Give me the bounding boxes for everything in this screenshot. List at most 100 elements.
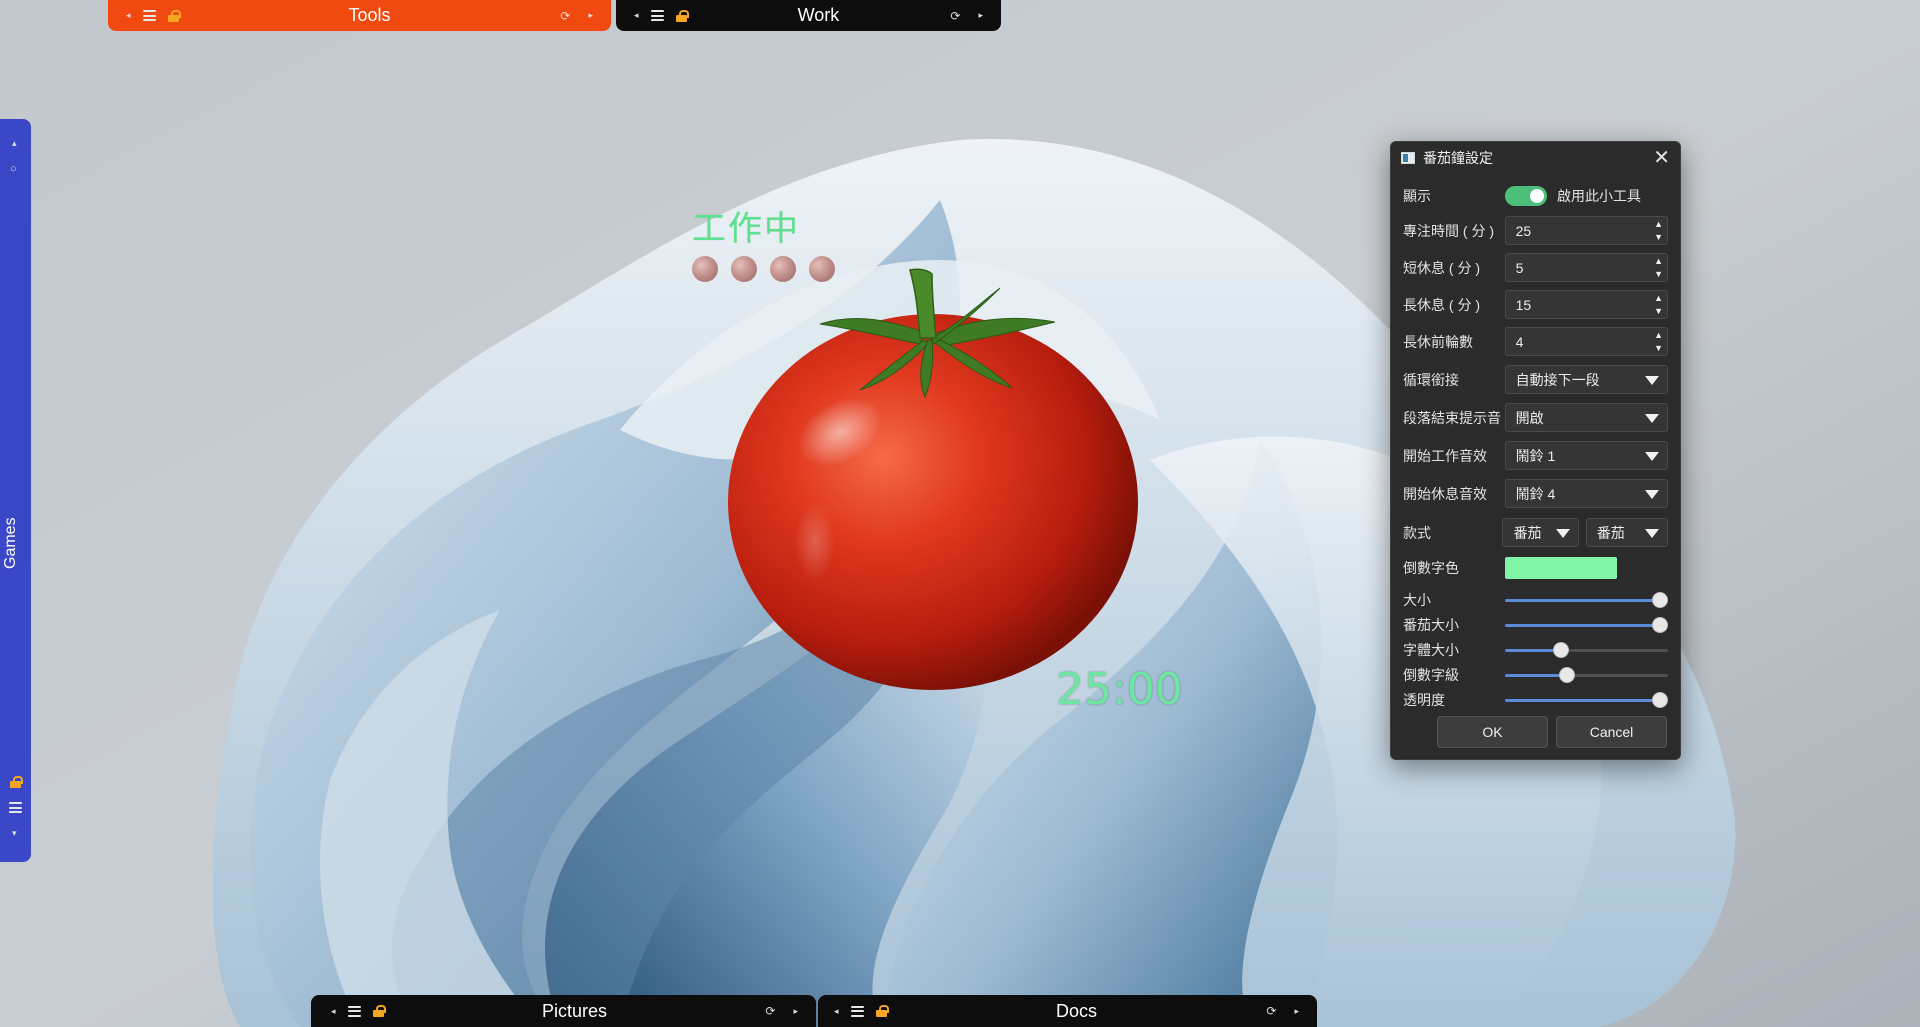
- tomato-image[interactable]: [720, 262, 1140, 692]
- unlock-icon[interactable]: [675, 9, 689, 22]
- countdown-level-slider[interactable]: [1504, 667, 1668, 683]
- decrement-icon[interactable]: ▼: [1654, 232, 1663, 242]
- fence-title: Docs: [1055, 1000, 1097, 1021]
- expand-right-icon[interactable]: ▸: [793, 1006, 798, 1016]
- work-sound-dropdown[interactable]: 鬧鈴 1: [1504, 441, 1668, 470]
- enable-toggle[interactable]: [1505, 186, 1547, 206]
- row-style: 款式 番茄 番茄: [1403, 518, 1668, 547]
- ok-button[interactable]: OK: [1437, 716, 1548, 748]
- opacity-label: 透明度: [1403, 692, 1445, 708]
- long-break-stepper[interactable]: 15 ▲ ▼: [1504, 290, 1668, 319]
- break-sound-dropdown[interactable]: 鬧鈴 4: [1504, 479, 1668, 508]
- tomato-size-slider[interactable]: [1504, 617, 1668, 633]
- fence-games[interactable]: ▴ ○ Games ▾: [0, 119, 31, 862]
- row-size: 大小: [1403, 590, 1668, 610]
- menu-icon[interactable]: [650, 10, 664, 21]
- dialog-titlebar[interactable]: 番茄鐘設定 ✕: [1391, 142, 1680, 174]
- row-focus: 專注時間 ( 分 ) 25 ▲ ▼: [1403, 216, 1668, 245]
- fence-docs[interactable]: ◂ Docs ⟳ ▸: [818, 995, 1317, 1027]
- collapse-left-icon[interactable]: ◂: [331, 1006, 336, 1016]
- style-dropdown-1[interactable]: 番茄: [1502, 518, 1579, 547]
- unlock-icon[interactable]: [10, 776, 23, 788]
- loop-label: 循環銜接: [1403, 371, 1459, 388]
- chevron-down-icon: [1645, 490, 1659, 499]
- increment-icon[interactable]: ▲: [1654, 219, 1663, 229]
- countdown-color-swatch[interactable]: [1505, 557, 1617, 579]
- cancel-button[interactable]: Cancel: [1556, 716, 1667, 748]
- unlock-icon[interactable]: [875, 1005, 889, 1017]
- countdown-display: 25:00: [1056, 664, 1183, 715]
- round-dot: [692, 256, 718, 282]
- refresh-icon[interactable]: ⟳: [1266, 1004, 1276, 1018]
- row-tomato-size: 番茄大小: [1403, 615, 1668, 635]
- style-label: 款式: [1403, 524, 1431, 541]
- long-break-label: 長休息 ( 分 ): [1403, 296, 1480, 313]
- collapse-left-icon[interactable]: ◂: [126, 11, 131, 20]
- style-dropdown-2[interactable]: 番茄: [1585, 518, 1668, 547]
- short-break-stepper[interactable]: 5 ▲ ▼: [1504, 253, 1668, 282]
- menu-icon[interactable]: [9, 802, 22, 813]
- expand-right-icon[interactable]: ▸: [1294, 1006, 1299, 1016]
- slider-thumb[interactable]: [1651, 692, 1668, 708]
- refresh-icon[interactable]: ⟳: [950, 9, 960, 23]
- style-value-2: 番茄: [1596, 524, 1625, 541]
- fence-title: Games: [2, 517, 19, 569]
- unlock-icon[interactable]: [372, 1005, 386, 1017]
- row-long-break: 長休息 ( 分 ) 15 ▲ ▼: [1403, 290, 1668, 319]
- increment-icon[interactable]: ▲: [1654, 256, 1663, 266]
- size-slider[interactable]: [1504, 592, 1668, 608]
- collapse-up-icon[interactable]: ▴: [12, 139, 17, 148]
- rounds-stepper[interactable]: 4 ▲ ▼: [1504, 327, 1668, 356]
- end-sound-dropdown[interactable]: 開啟: [1504, 403, 1668, 432]
- app-icon: [1401, 152, 1415, 164]
- expand-down-icon[interactable]: ▾: [12, 829, 17, 838]
- close-icon[interactable]: ✕: [1653, 148, 1670, 168]
- decrement-icon[interactable]: ▼: [1654, 306, 1663, 316]
- work-sound-label: 開始工作音效: [1403, 447, 1487, 464]
- focus-time-value: 25: [1515, 222, 1532, 239]
- expand-right-icon[interactable]: ▸: [978, 11, 983, 20]
- show-label: 顯示: [1403, 188, 1431, 204]
- refresh-icon[interactable]: ⟳: [765, 1004, 775, 1018]
- collapse-left-icon[interactable]: ◂: [634, 11, 639, 20]
- increment-icon[interactable]: ▲: [1654, 330, 1663, 340]
- menu-icon[interactable]: [142, 10, 156, 21]
- opacity-slider[interactable]: [1504, 692, 1668, 708]
- fence-work[interactable]: ◂ Work ⟳ ▸: [616, 0, 1001, 31]
- chevron-down-icon: [1645, 529, 1659, 538]
- font-size-slider[interactable]: [1504, 642, 1668, 658]
- slider-thumb[interactable]: [1553, 642, 1570, 658]
- refresh-icon[interactable]: ⟳: [560, 9, 570, 23]
- enable-toggle-label: 啟用此小工具: [1557, 188, 1641, 204]
- countdown-level-label: 倒數字級: [1403, 667, 1459, 683]
- slider-thumb[interactable]: [1651, 592, 1668, 608]
- slider-thumb[interactable]: [1558, 667, 1575, 683]
- expand-right-icon[interactable]: ▸: [588, 11, 593, 20]
- end-sound-label: 段落結束提示音: [1403, 409, 1501, 426]
- menu-icon[interactable]: [850, 1005, 864, 1017]
- unlock-icon[interactable]: [167, 9, 181, 22]
- increment-icon[interactable]: ▲: [1654, 293, 1663, 303]
- slider-thumb[interactable]: [1651, 617, 1668, 633]
- chevron-down-icon: [1645, 414, 1659, 423]
- fence-title: Work: [797, 5, 840, 25]
- decrement-icon[interactable]: ▼: [1654, 343, 1663, 353]
- menu-icon[interactable]: [347, 1005, 361, 1017]
- pomodoro-status: 工作中: [692, 209, 800, 249]
- long-break-value: 15: [1515, 296, 1532, 313]
- decrement-icon[interactable]: ▼: [1654, 269, 1663, 279]
- refresh-icon[interactable]: ○: [10, 163, 17, 175]
- focus-time-stepper[interactable]: 25 ▲ ▼: [1504, 216, 1668, 245]
- loop-value: 自動接下一段: [1515, 371, 1600, 388]
- end-sound-value: 開啟: [1515, 409, 1544, 426]
- loop-dropdown[interactable]: 自動接下一段: [1504, 365, 1668, 394]
- collapse-left-icon[interactable]: ◂: [834, 1006, 839, 1016]
- chevron-down-icon: [1645, 452, 1659, 461]
- row-break-sound: 開始休息音效 鬧鈴 4: [1403, 479, 1668, 508]
- fence-title: Tools: [348, 5, 391, 25]
- fence-pictures[interactable]: ◂ Pictures ⟳ ▸: [311, 995, 816, 1027]
- short-break-value: 5: [1515, 259, 1524, 276]
- row-end-sound: 段落結束提示音 開啟: [1403, 403, 1668, 432]
- rounds-label: 長休前輪數: [1403, 333, 1473, 350]
- fence-tools[interactable]: ◂ Tools ⟳ ▸: [108, 0, 611, 31]
